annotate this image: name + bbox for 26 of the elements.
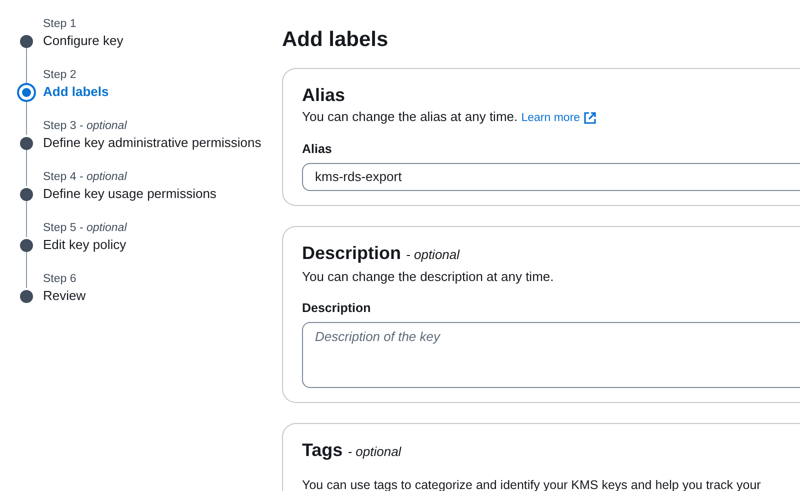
section-title: Alias bbox=[302, 85, 346, 105]
section-description: You can change the alias at any time. bbox=[302, 109, 518, 124]
learn-more-link[interactable]: Learn more bbox=[521, 109, 596, 127]
step-link[interactable]: Add labels bbox=[43, 83, 282, 101]
optional-note: - optional bbox=[406, 247, 460, 262]
step-link[interactable]: Define key usage permissions bbox=[43, 185, 282, 203]
section-title: Tags bbox=[302, 440, 343, 460]
step-link[interactable]: Define key administrative permissions bbox=[43, 134, 282, 152]
step-label: Step 2 bbox=[43, 68, 78, 83]
step-label: Step 6 bbox=[43, 272, 78, 287]
step-label: Step 1 bbox=[43, 17, 78, 32]
step-label: Step 3 - optional bbox=[43, 119, 128, 134]
section-description: You can change the description at any time. bbox=[302, 269, 554, 284]
step-link[interactable]: Edit key policy bbox=[43, 236, 282, 254]
page-title: Add labels bbox=[282, 27, 390, 53]
external-link-icon bbox=[584, 112, 596, 124]
step-link[interactable]: Configure key bbox=[43, 32, 282, 50]
description-text-area[interactable]: Description of the key bbox=[302, 322, 800, 388]
section-title: Description bbox=[302, 243, 402, 263]
step-link[interactable]: Review bbox=[43, 287, 282, 305]
alias-input-field[interactable]: kms-rds-export bbox=[302, 163, 800, 191]
optional-note: - optional bbox=[348, 444, 402, 459]
step-label: Step 5 - optional bbox=[43, 221, 128, 236]
field-label: Description bbox=[302, 300, 372, 317]
step-label: Step 4 - optional bbox=[43, 170, 128, 185]
field-label: Alias bbox=[302, 141, 333, 158]
